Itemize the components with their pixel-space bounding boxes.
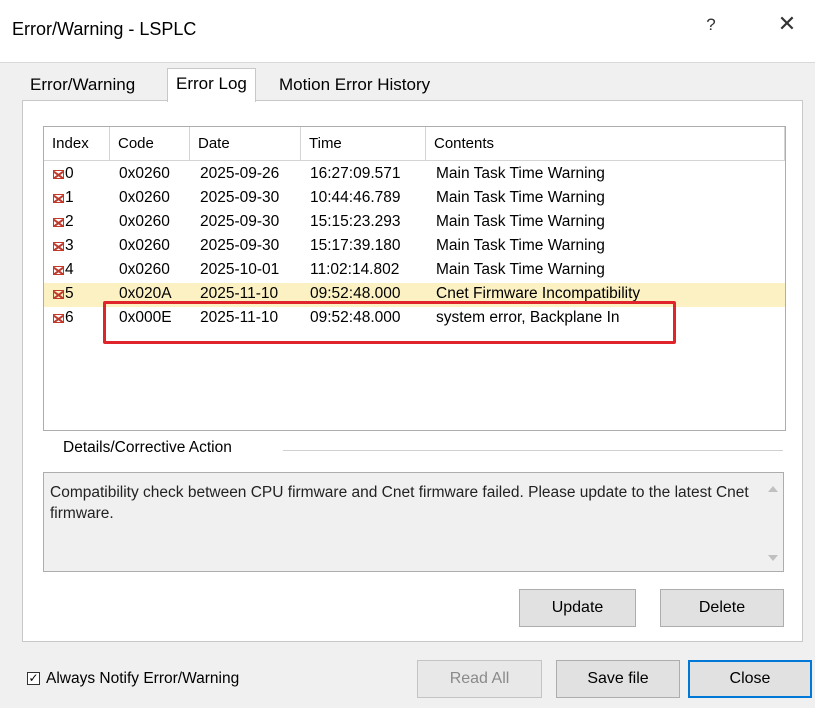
contents-cell: Main Task Time Warning (436, 261, 605, 278)
always-notify-label: Always Notify Error/Warning (46, 670, 240, 687)
code-cell: 0x000E (119, 309, 172, 326)
window-title: Error/Warning - LSPLC (12, 19, 197, 39)
time-cell: 15:17:39.180 (310, 237, 401, 254)
table-row[interactable]: 0 0x0260 2025-09-26 16:27:09.571 Main Ta… (44, 163, 785, 187)
time-cell: 09:52:48.000 (310, 285, 401, 302)
index-cell: 4 (53, 261, 74, 279)
error-icon (53, 242, 64, 251)
index-cell: 5 (53, 285, 74, 303)
code-cell: 0x020A (119, 285, 172, 302)
details-textbox[interactable]: Compatibility check between CPU firmware… (43, 472, 784, 572)
column-header-code[interactable]: Code (110, 127, 190, 161)
close-button[interactable]: Close (688, 660, 812, 698)
contents-cell: Main Task Time Warning (436, 189, 605, 206)
details-text: Compatibility check between CPU firmware… (50, 484, 749, 522)
code-cell: 0x0260 (119, 189, 170, 206)
error-icon (53, 170, 64, 179)
code-cell: 0x0260 (119, 261, 170, 278)
time-cell: 10:44:46.789 (310, 189, 401, 206)
help-button[interactable]: ? (696, 10, 726, 40)
scroll-down-icon[interactable] (768, 555, 778, 561)
column-header-contents[interactable]: Contents (426, 127, 785, 161)
error-log-list[interactable]: Index Code Date Time Contents 0 0x0260 2… (43, 126, 786, 431)
time-cell: 15:15:23.293 (310, 213, 401, 230)
contents-cell: Cnet Firmware Incompatibility (436, 285, 641, 302)
index-cell: 1 (53, 189, 74, 207)
time-cell: 09:52:48.000 (310, 309, 401, 326)
tab-error-log[interactable]: Error Log (167, 68, 256, 102)
error-icon (53, 314, 64, 323)
delete-button[interactable]: Delete (660, 589, 784, 627)
contents-cell: Main Task Time Warning (436, 165, 605, 182)
time-cell: 11:02:14.802 (310, 261, 400, 278)
date-cell: 2025-11-10 (200, 309, 279, 326)
time-cell: 16:27:09.571 (310, 165, 401, 182)
date-cell: 2025-10-01 (200, 261, 280, 278)
window-close-button[interactable]: ✕ (770, 9, 804, 41)
index-cell: 0 (53, 165, 74, 183)
date-cell: 2025-11-10 (200, 285, 279, 302)
code-cell: 0x0260 (119, 213, 170, 230)
error-icon (53, 290, 64, 299)
date-cell: 2025-09-30 (200, 213, 280, 230)
update-button[interactable]: Update (519, 589, 636, 627)
table-row[interactable]: 2 0x0260 2025-09-30 15:15:23.293 Main Ta… (44, 211, 785, 235)
error-icon (53, 194, 64, 203)
date-cell: 2025-09-30 (200, 237, 280, 254)
code-cell: 0x0260 (119, 237, 170, 254)
title-bar: Error/Warning - LSPLC ? ✕ (0, 0, 815, 63)
column-header-date[interactable]: Date (190, 127, 301, 161)
date-cell: 2025-09-26 (200, 165, 280, 182)
contents-cell: Main Task Time Warning (436, 213, 605, 230)
contents-cell: system error, Backplane In (436, 309, 620, 326)
tab-error-warning[interactable]: Error/Warning (22, 70, 143, 100)
table-row-selected[interactable]: 5 0x020A 2025-11-10 09:52:48.000 Cnet Fi… (44, 283, 785, 307)
scroll-up-icon[interactable] (768, 486, 778, 492)
error-icon (53, 266, 64, 275)
details-scrollbar[interactable] (763, 473, 783, 571)
code-cell: 0x0260 (119, 165, 170, 182)
table-row[interactable]: 1 0x0260 2025-09-30 10:44:46.789 Main Ta… (44, 187, 785, 211)
column-header-index[interactable]: Index (44, 127, 110, 161)
index-cell: 6 (53, 309, 74, 327)
save-file-button[interactable]: Save file (556, 660, 680, 698)
table-row[interactable]: 3 0x0260 2025-09-30 15:17:39.180 Main Ta… (44, 235, 785, 259)
always-notify-checkbox[interactable]: ✓ (27, 672, 40, 685)
read-all-button[interactable]: Read All (417, 660, 542, 698)
table-row[interactable]: 6 0x000E 2025-11-10 09:52:48.000 system … (44, 307, 785, 331)
index-cell: 2 (53, 213, 74, 231)
error-icon (53, 218, 64, 227)
index-cell: 3 (53, 237, 74, 255)
tab-motion-error-history[interactable]: Motion Error History (271, 70, 438, 100)
column-header-time[interactable]: Time (301, 127, 426, 161)
date-cell: 2025-09-30 (200, 189, 280, 206)
list-header: Index Code Date Time Contents (44, 127, 785, 163)
contents-cell: Main Task Time Warning (436, 237, 605, 254)
table-row[interactable]: 4 0x0260 2025-10-01 11:02:14.802 Main Ta… (44, 259, 785, 283)
details-separator (283, 450, 783, 451)
details-label: Details/Corrective Action (63, 439, 240, 457)
